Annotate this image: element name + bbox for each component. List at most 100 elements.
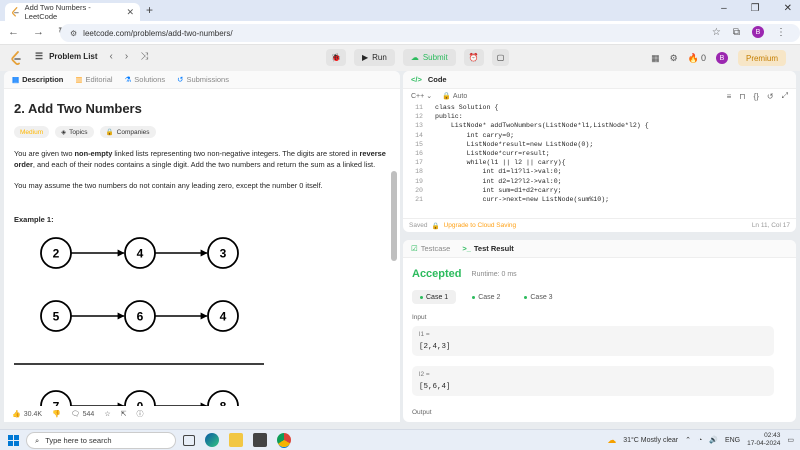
notes-icon[interactable]: ▢	[491, 49, 510, 66]
description-scrollbar[interactable]	[391, 171, 397, 261]
code-line[interactable]: 12 public:	[407, 112, 796, 121]
braces-icon[interactable]: {}	[754, 92, 759, 101]
site-info-icon[interactable]: ⚙	[70, 29, 77, 38]
window-controls: – ❐ ✕	[721, 3, 792, 14]
windows-start-icon[interactable]	[8, 435, 19, 446]
taskbar-search[interactable]: ⌕ Type here to search	[26, 432, 176, 449]
auto-mode-toggle[interactable]: 🔒 Auto	[442, 92, 467, 101]
code-text: curr->next=new ListNode(sum%10);	[435, 196, 610, 204]
chevron-up-icon[interactable]: ⌃	[685, 436, 691, 444]
topics-button[interactable]: ◈ Topics	[55, 126, 94, 138]
browser-menu-icon[interactable]: ⋮	[776, 27, 786, 38]
shuffle-icon[interactable]: ⤨	[140, 51, 148, 62]
extensions-icon[interactable]: ⧉	[733, 27, 740, 38]
code-line[interactable]: 20 int sum=d1+d2+carry;	[407, 186, 796, 195]
minimize-icon[interactable]: –	[721, 3, 727, 14]
maximize-icon[interactable]: ❐	[751, 3, 760, 14]
problem-list-icon[interactable]: ☰	[35, 51, 43, 62]
user-avatar[interactable]: B	[715, 52, 728, 64]
bookmark-icon[interactable]: ⊓	[739, 92, 745, 101]
file-explorer-icon[interactable]	[229, 433, 243, 447]
notification-icon[interactable]: ▭	[787, 436, 794, 444]
case-tab-3[interactable]: Case 3	[516, 290, 560, 304]
streak-counter[interactable]: 🔥 0	[688, 53, 706, 64]
premium-button[interactable]: Premium	[737, 50, 786, 66]
close-tab-icon[interactable]: ✕	[126, 7, 134, 18]
like-button[interactable]: 👍 30.4K	[12, 410, 42, 419]
close-window-icon[interactable]: ✕	[784, 3, 792, 14]
clock[interactable]: 02:43 17-04-2024	[747, 432, 780, 448]
browser-tab-strip: Add Two Numbers - LeetCode ✕ + – ❐ ✕	[0, 0, 800, 21]
code-tab-label[interactable]: Code	[428, 75, 447, 84]
code-line[interactable]: 21 curr->next=new ListNode(sum%10);	[407, 195, 796, 204]
comments-button[interactable]: 🗨 544	[71, 410, 95, 419]
tag-icon: ◈	[61, 129, 67, 136]
code-line[interactable]: 18 int d1=l1?l1->val:0;	[407, 167, 796, 176]
code-line[interactable]: 11 class Solution {	[407, 103, 796, 112]
network-icon[interactable]: ◔	[698, 437, 702, 444]
browser-profile-avatar[interactable]: B	[752, 26, 764, 38]
task-view-icon[interactable]	[183, 435, 195, 446]
tab-description[interactable]: ▤ Description	[12, 75, 63, 84]
browser-tab[interactable]: Add Two Numbers - LeetCode ✕	[5, 3, 140, 21]
code-line[interactable]: 17 while(l1 || l2 || carry){	[407, 158, 796, 167]
chrome-icon[interactable]	[277, 433, 291, 447]
language-indicator[interactable]: ENG	[725, 437, 740, 444]
run-button[interactable]: ▶ Run	[353, 49, 395, 66]
next-problem-icon[interactable]: ›	[125, 51, 128, 62]
language-select[interactable]: C++ ⌄	[411, 92, 432, 101]
tab-editorial[interactable]: ▥ Editorial	[75, 75, 112, 84]
line-number: 11	[415, 104, 423, 111]
code-line[interactable]: 16 ListNode*curr=result;	[407, 149, 796, 158]
code-editor[interactable]: 11 class Solution {12 public: 13 ListNode* …	[403, 103, 796, 204]
forward-icon[interactable]: →	[33, 26, 44, 38]
edge-icon[interactable]	[205, 433, 219, 447]
line-number: 13	[415, 122, 423, 130]
weather-text[interactable]: 31°C Mostly clear	[623, 437, 678, 444]
format-icon[interactable]: ≡	[727, 92, 732, 101]
back-icon[interactable]: ←	[8, 26, 19, 38]
leetcode-logo-icon[interactable]	[10, 51, 22, 65]
code-line[interactable]: 15 ListNode*result=new ListNode(0);	[407, 140, 796, 149]
timer-icon[interactable]: ⏰	[463, 49, 484, 66]
new-tab-icon[interactable]: +	[146, 3, 153, 17]
fullscreen-icon[interactable]: ⤢	[782, 91, 788, 101]
debug-button[interactable]: 🐞	[326, 49, 346, 66]
tab-title: Add Two Numbers - LeetCode	[24, 3, 91, 21]
case-tab-1[interactable]: Case 1	[412, 290, 457, 304]
node-value: 6	[137, 310, 144, 324]
bookmark-star-icon[interactable]: ☆	[712, 27, 721, 38]
description-panel: ▤ Description ▥ Editorial ⚗ Solutions ↺ Subm…	[4, 71, 400, 422]
code-line[interactable]: 14 int carry=0;	[407, 131, 796, 140]
tab-testcase[interactable]: ☑ Testcase	[411, 244, 450, 253]
weather-icon[interactable]: ☁	[607, 435, 616, 446]
share-icon[interactable]: ⇱	[121, 410, 127, 418]
search-placeholder: Type here to search	[45, 436, 112, 445]
help-icon[interactable]: ⓘ	[136, 409, 143, 419]
var-name: l2 =	[419, 371, 430, 378]
submit-button[interactable]: ☁ Submit	[402, 49, 456, 66]
problem-list-link[interactable]: Problem List	[49, 52, 97, 61]
code-line[interactable]: 13 ListNode* addTwoNumbers(ListNode*l1,L…	[407, 121, 796, 130]
dislike-icon[interactable]: 👎	[52, 410, 61, 418]
favorite-star-icon[interactable]: ☆	[104, 410, 110, 418]
input-l1-box: l1 = [2,4,3]	[412, 326, 774, 356]
companies-button[interactable]: 🔒 Companies	[99, 126, 156, 138]
reset-icon[interactable]: ↺	[767, 92, 774, 101]
tab-submissions[interactable]: ↺ Submissions	[177, 75, 229, 84]
date-text: 17-04-2024	[747, 440, 781, 447]
pass-dot-icon	[472, 295, 476, 299]
pass-dot-icon	[524, 295, 528, 299]
tab-test-result[interactable]: >_ Test Result	[462, 244, 513, 253]
settings-gear-icon[interactable]: ⚙	[670, 53, 678, 64]
case-tab-2[interactable]: Case 2	[464, 290, 508, 304]
upgrade-link[interactable]: Upgrade to Cloud Saving	[444, 222, 517, 229]
code-line[interactable]: 19 int d2=l2?l2->val:0;	[407, 177, 796, 186]
layout-icon[interactable]: ▦	[651, 53, 660, 64]
mail-icon[interactable]	[253, 433, 267, 447]
volume-icon[interactable]: 🔊	[709, 436, 718, 444]
address-bar[interactable]: ⚙ leetcode.com/problems/add-two-numbers/	[60, 24, 800, 42]
tab-solutions[interactable]: ⚗ Solutions	[125, 75, 166, 84]
search-icon: ⌕	[35, 435, 40, 445]
prev-problem-icon[interactable]: ‹	[110, 51, 113, 62]
